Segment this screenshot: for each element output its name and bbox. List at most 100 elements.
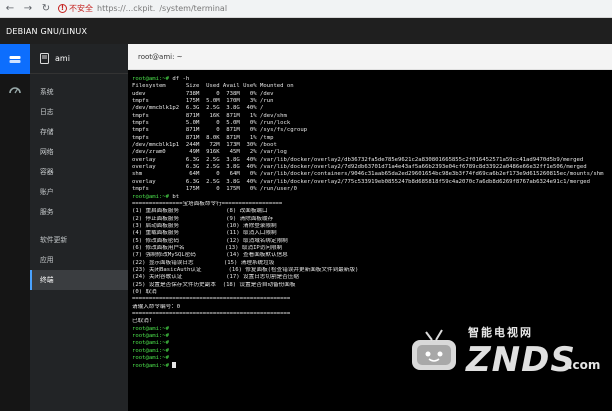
host-name: ami	[55, 54, 70, 63]
terminal-line: tmpfs 871M 0 871M 0% /sys/fs/cgroup	[132, 127, 612, 134]
terminal-line: udev 738M 0 738M 0% /dev	[132, 91, 612, 98]
terminal-line: (23) 关闭BasicAuth认证 (16) 修复面板(检查错误并更新面板文件…	[132, 267, 612, 274]
terminal-prompt: root@ami:~#	[132, 76, 173, 82]
terminal-line: (25) 设置是否保存文件历史副本 (18) 设置是否自动备份面板	[132, 282, 612, 289]
terminal-prompt: root@ami:~#	[132, 340, 173, 347]
terminal-line: (1) 重启面板服务 (8) 改面板端口	[132, 208, 612, 215]
terminal-text: tmpfs 175M 5.0M 170M 3% /run	[132, 98, 274, 105]
sidebar-item-apps[interactable]: 应用	[30, 250, 128, 270]
terminal-text: (23) 关闭BasicAuth认证 (16) 修复面板(检查错误并更新面板文件…	[132, 266, 359, 273]
sidebar-item-storage[interactable]: 存储	[30, 122, 128, 142]
terminal-line: tmpfs 175M 0 175M 0% /run/user/0	[132, 186, 612, 193]
terminal-text: udev 738M 0 738M 0% /dev	[132, 90, 274, 97]
terminal-line: overlay 6.3G 2.5G 3.8G 40% /var/lib/dock…	[132, 179, 612, 186]
sidebar-item-software-updates[interactable]: 软件更新	[30, 230, 128, 250]
terminal-line: /dev/mmcblk1p2 6.3G 2.5G 3.8G 40% /	[132, 105, 612, 112]
terminal-title: root@ami: ~	[138, 52, 183, 61]
terminal-line: /dev/mmcblk1p1 244M 72M 173M 30% /boot	[132, 142, 612, 149]
terminal-prompt: root@ami:~#	[132, 355, 173, 362]
terminal-text: tmpfs 871M 0 871M 0% /sys/fs/cgroup	[132, 127, 308, 134]
sidebar-item-accounts[interactable]: 账户	[30, 182, 128, 202]
terminal-text: tmpfs 5.0M 0 5.0M 0% /run/lock	[132, 120, 291, 127]
icon-rail	[0, 44, 30, 411]
terminal-text: overlay 6.3G 2.5G 3.8G 40% /var/lib/dock…	[132, 164, 587, 171]
terminal-text: 已取消!	[132, 318, 153, 325]
terminal-text: /dev/mmcblk1p2 6.3G 2.5G 3.8G 40% /	[132, 105, 264, 112]
sidebar-item-logs[interactable]: 日志	[30, 102, 128, 122]
terminal-text: ===============宝塔面板命令行==================	[132, 200, 283, 207]
terminal-line: Filesystem Size Used Avail Use% Mounted …	[132, 83, 612, 90]
terminal-text: 请输入命令编号：0	[132, 303, 181, 310]
sidebar-item-terminal[interactable]: 终端	[30, 270, 128, 290]
terminal-line: 已取消!	[132, 318, 612, 325]
terminal-text: (25) 设置是否保存文件历史副本 (18) 设置是否自动备份面板	[132, 281, 296, 288]
terminal-line: root@ami:~#	[132, 362, 612, 369]
terminal-line: shm 64M 0 64M 0% /var/lib/docker/contain…	[132, 171, 612, 178]
terminal-prompt: root@ami:~#	[132, 363, 173, 370]
terminal-prompt: root@ami:~#	[132, 347, 173, 354]
back-icon[interactable]: ←	[4, 3, 16, 15]
sidebar-item-services[interactable]: 服务	[30, 202, 128, 222]
terminal-prompt: root@ami:~#	[132, 325, 173, 332]
terminal-line: tmpfs 175M 5.0M 170M 3% /run	[132, 98, 612, 105]
terminal-text: (0) 取消	[132, 288, 157, 295]
terminal-line: (22) 显示面板错误日志 (15) 清理系统垃圾	[132, 260, 612, 267]
terminal-line: root@ami:~#	[132, 355, 612, 362]
rail-host[interactable]	[0, 44, 30, 74]
terminal-text: (24) 关闭谷歌认证 (17) 设置日志切割是否压缩	[132, 274, 299, 281]
terminal-text: tmpfs 175M 0 175M 0% /run/user/0	[132, 186, 298, 193]
terminal-line: (24) 关闭谷歌认证 (17) 设置日志切割是否压缩	[132, 274, 612, 281]
warning-icon: !	[58, 4, 67, 13]
insecure-label: 不安全	[69, 4, 93, 13]
sidebar: ami 系统 日志 存储 网络 容器 账户 服务 软件更新 应用 终端	[30, 44, 128, 411]
terminal-prompt: root@ami:~#	[132, 193, 173, 200]
forward-icon[interactable]: →	[22, 3, 34, 15]
terminal-line: tmpfs 871M 8.0K 871M 1% /tmp	[132, 135, 612, 142]
sidebar-item-network[interactable]: 网络	[30, 142, 128, 162]
reload-icon[interactable]: ↻	[40, 3, 52, 15]
terminal-line: root@ami:~#	[132, 326, 612, 333]
sidebar-item-system[interactable]: 系统	[30, 82, 128, 102]
terminal-text: overlay 6.3G 2.5G 3.8G 40% /var/lib/dock…	[132, 178, 591, 185]
terminal-line: (2) 停止面板服务 (9) 清除面板缓存	[132, 216, 612, 223]
terminal-text: (2) 停止面板服务 (9) 清除面板缓存	[132, 215, 274, 222]
app-title: DEBIAN GNU/LINUX	[6, 26, 88, 36]
rail-dashboard[interactable]	[0, 74, 30, 104]
terminal-text: (4) 重载面板服务 (11) 取消入口限制	[132, 230, 277, 237]
url-host: https://...ckpit.	[97, 4, 156, 13]
terminal-line: (4) 重载面板服务 (11) 取消入口限制	[132, 230, 612, 237]
terminal-line: 请输入命令编号：0	[132, 304, 612, 311]
insecure-indicator[interactable]: ! 不安全	[58, 3, 93, 14]
host-switcher[interactable]: ami	[30, 44, 128, 74]
terminal-screen[interactable]: root@ami:~# df -h Filesystem Size Used Av…	[128, 70, 612, 411]
terminal-text: tmpfs 871M 8.0K 871M 1% /tmp	[132, 134, 274, 141]
terminal-line: tmpfs 5.0M 0 5.0M 0% /run/lock	[132, 120, 612, 127]
terminal-line: overlay 6.3G 2.5G 3.8G 40% /var/lib/dock…	[132, 164, 612, 171]
terminal-line: root@ami:~#	[132, 340, 612, 347]
terminal-text: (5) 修改面板密码 (12) 取消域名绑定限制	[132, 237, 288, 244]
terminal-line: root@ami:~# df -h	[132, 76, 612, 83]
computer-icon	[40, 53, 49, 64]
terminal-line: ========================================…	[132, 311, 612, 318]
terminal-line: ========================================…	[132, 296, 612, 303]
terminal-text: df -h	[172, 76, 190, 82]
terminal-prompt: root@ami:~#	[132, 333, 173, 340]
terminal-line: tmpfs 871M 16K 871M 1% /dev/shm	[132, 113, 612, 120]
main-content: root@ami: ~ root@ami:~# df -h Filesystem …	[128, 44, 612, 411]
terminal-text: ========================================…	[132, 311, 291, 317]
terminal-line: (0) 取消	[132, 289, 612, 296]
terminal-line: ===============宝塔面板命令行==================	[132, 201, 612, 208]
terminal-text: overlay 6.3G 2.5G 3.8G 40% /var/lib/dock…	[132, 156, 584, 163]
terminal-text: (3) 启动面板服务 (10) 清除登录限制	[132, 222, 277, 229]
terminal-text: bt	[172, 193, 180, 200]
terminal-line: (5) 修改面板密码 (12) 取消域名绑定限制	[132, 238, 612, 245]
sidebar-item-containers[interactable]: 容器	[30, 162, 128, 182]
terminal-cursor	[172, 362, 177, 369]
url-path: /system/terminal	[159, 4, 228, 13]
terminal-text: (7) 强制修改MySQL密码 (14) 查看面板默认信息	[132, 252, 288, 259]
terminal-line: (3) 启动面板服务 (10) 清除登录限制	[132, 223, 612, 230]
dashboard-icon	[9, 87, 21, 94]
terminal-text: shm 64M 0 64M 0% /var/lib/docker/contain…	[132, 171, 604, 178]
terminal-line: root@ami:~#	[132, 333, 612, 340]
address-bar[interactable]: ! 不安全 https://...ckpit. /system/terminal	[58, 3, 227, 14]
